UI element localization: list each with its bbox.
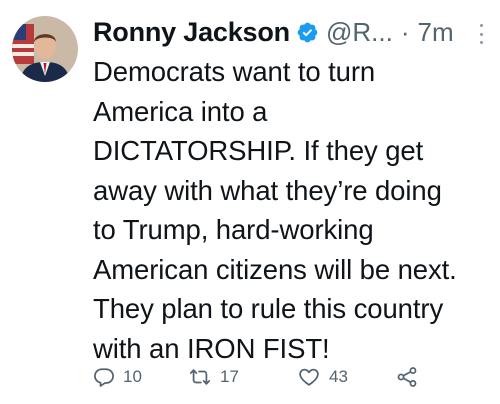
tweet-card[interactable]: Ronny Jackson @R... · 7m Democrats want …: [0, 0, 500, 404]
heart-icon: [297, 366, 321, 388]
share-button[interactable]: [395, 362, 419, 392]
tweet-text: Democrats want to turn America into a DI…: [93, 56, 457, 364]
retweet-icon: [188, 366, 212, 388]
avatar-image: [12, 16, 78, 82]
retweet-count: 17: [220, 367, 239, 386]
like-button[interactable]: 43: [297, 362, 348, 392]
reply-icon: [93, 366, 115, 388]
avatar[interactable]: [12, 16, 78, 82]
tweet-header: Ronny Jackson @R... · 7m: [93, 14, 454, 50]
author-handle[interactable]: @R...: [326, 17, 393, 48]
tweet-timestamp[interactable]: 7m: [417, 17, 453, 48]
header-separator: ·: [400, 16, 410, 47]
more-options-icon[interactable]: [478, 24, 484, 44]
tweet-actions: 10 17 43: [0, 362, 500, 392]
retweet-button[interactable]: 17: [188, 362, 239, 392]
share-icon: [395, 366, 419, 388]
like-count: 43: [329, 367, 348, 386]
author-display-name[interactable]: Ronny Jackson: [93, 17, 290, 48]
reply-button[interactable]: 10: [93, 362, 142, 392]
verified-badge-icon: [296, 21, 319, 44]
reply-count: 10: [123, 367, 142, 386]
